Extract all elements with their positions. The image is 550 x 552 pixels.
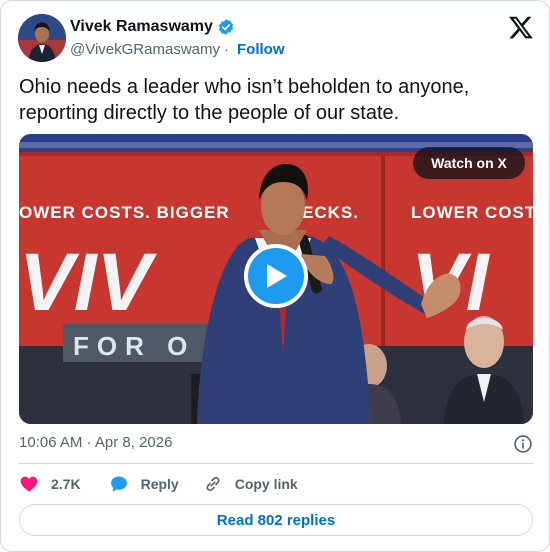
info-icon[interactable] <box>513 434 533 454</box>
avatar[interactable] <box>18 14 66 62</box>
like-button[interactable]: 2.7K <box>19 474 81 494</box>
follow-link[interactable]: Follow <box>237 41 285 58</box>
avatar-image <box>18 14 66 62</box>
like-count: 2.7K <box>51 476 81 492</box>
tweet-text: Ohio needs a leader who isn’t beholden t… <box>19 76 470 124</box>
author-handle[interactable]: @VivekGRamaswamy <box>70 41 220 58</box>
banner-text-left: OWER COSTS. BIGGER <box>19 203 230 222</box>
play-icon <box>267 264 287 288</box>
watch-on-x-button[interactable]: Watch on X <box>413 147 525 179</box>
author-handle-row: @VivekGRamaswamy · Follow <box>70 41 285 58</box>
verified-badge-icon <box>218 19 233 35</box>
play-button[interactable] <box>244 244 308 308</box>
author-name-row: Vivek Ramaswamy <box>70 18 235 36</box>
x-logo-icon[interactable] <box>508 14 534 40</box>
copy-link-button[interactable]: Copy link <box>203 474 298 494</box>
banner-text-right: LOWER COST <box>411 203 533 222</box>
reply-button[interactable]: Reply <box>109 474 179 494</box>
tweet-card: Vivek Ramaswamy @VivekGRamaswamy · Follo… <box>0 0 550 552</box>
link-icon <box>206 476 220 492</box>
copy-link-label: Copy link <box>234 476 298 492</box>
campaign-logo-left: VIV <box>19 237 157 328</box>
heart-icon <box>20 476 38 492</box>
reply-bubble-icon <box>110 476 127 492</box>
read-replies-button[interactable]: Read 802 replies <box>19 504 533 536</box>
video-thumbnail[interactable]: OWER COSTS. BIGGER ECKS. LOWER COST VIV … <box>19 134 533 424</box>
separator-dot: · <box>224 41 229 58</box>
author-display-name[interactable]: Vivek Ramaswamy <box>70 18 213 36</box>
reply-label: Reply <box>140 476 179 492</box>
tweet-timestamp[interactable]: 10:06 AM · Apr 8, 2026 <box>19 434 172 451</box>
tweet-actions: 2.7K Reply Copy link <box>19 473 298 495</box>
campaign-sign-text: FOR O <box>73 331 195 361</box>
divider <box>19 463 533 464</box>
banner-text-left-end: ECKS. <box>302 203 359 222</box>
